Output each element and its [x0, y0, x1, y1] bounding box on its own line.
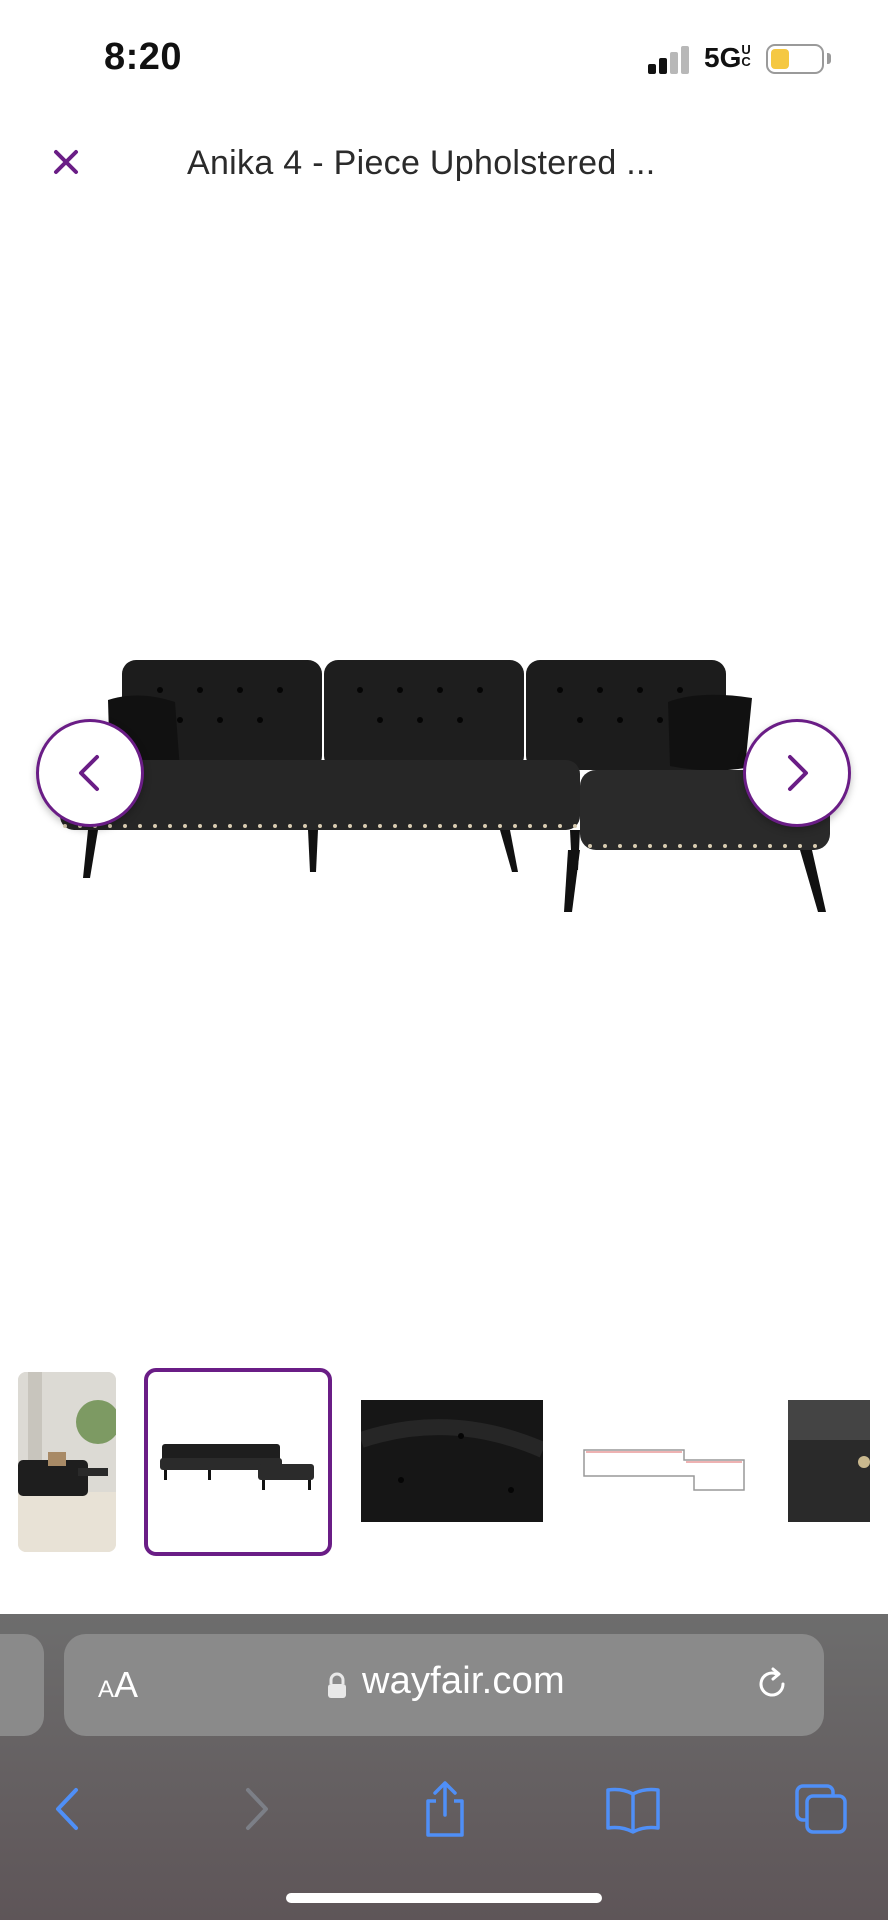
previous-image-button[interactable] — [36, 719, 144, 827]
network-label: 5G — [704, 42, 742, 73]
product-header: Anika 4 - Piece Upholstered ... — [0, 120, 888, 210]
home-indicator[interactable] — [286, 1893, 602, 1903]
product-image-viewer[interactable] — [0, 210, 888, 1330]
url-text: wayfair.com — [362, 1660, 565, 1702]
network-indicator: 5GUC — [704, 42, 751, 74]
thumbnail-diagram[interactable] — [574, 1400, 756, 1522]
back-button[interactable] — [32, 1774, 102, 1844]
bookmarks-icon — [606, 1787, 660, 1834]
text-size-button[interactable]: AA — [98, 1664, 138, 1706]
thumbnail-lifestyle[interactable] — [18, 1372, 116, 1552]
forward-button[interactable] — [222, 1774, 292, 1844]
thumbnail-armrest[interactable] — [788, 1400, 870, 1522]
thumbnail-sectional[interactable] — [144, 1368, 332, 1556]
next-image-button[interactable] — [743, 719, 851, 827]
close-icon — [54, 150, 78, 174]
tabs-button[interactable] — [786, 1774, 856, 1844]
network-suffix: UC — [741, 42, 751, 69]
browser-toolbar: AA wayfair.com — [0, 1614, 888, 1920]
text-size-small-label: A — [98, 1676, 115, 1703]
sectional-sofa-image — [60, 660, 830, 912]
status-bar: 8:20 5GUC — [0, 0, 888, 120]
adjacent-tab-preview[interactable] — [0, 1634, 44, 1736]
page-title: Anika 4 - Piece Upholstered ... — [187, 144, 656, 182]
thumbnail-strip — [0, 1362, 888, 1562]
signal-icon — [648, 44, 696, 74]
thumbnail-fabric[interactable] — [361, 1400, 543, 1522]
close-button[interactable] — [44, 140, 88, 184]
status-time: 8:20 — [104, 36, 183, 78]
battery-icon — [766, 44, 824, 74]
text-size-large-label: A — [114, 1664, 139, 1705]
address-bar[interactable]: AA wayfair.com — [64, 1634, 824, 1736]
lock-icon — [328, 1672, 346, 1698]
battery-cap — [827, 53, 831, 64]
browser-nav-toolbar — [0, 1754, 888, 1864]
forward-icon — [246, 1788, 268, 1830]
bookmarks-button[interactable] — [598, 1774, 668, 1844]
share-button[interactable] — [410, 1774, 480, 1844]
back-icon — [56, 1788, 78, 1830]
share-icon — [426, 1781, 464, 1837]
chevron-right-icon — [788, 755, 808, 791]
reload-icon[interactable] — [752, 1664, 792, 1704]
tabs-icon — [795, 1784, 847, 1834]
chevron-left-icon — [79, 755, 99, 791]
